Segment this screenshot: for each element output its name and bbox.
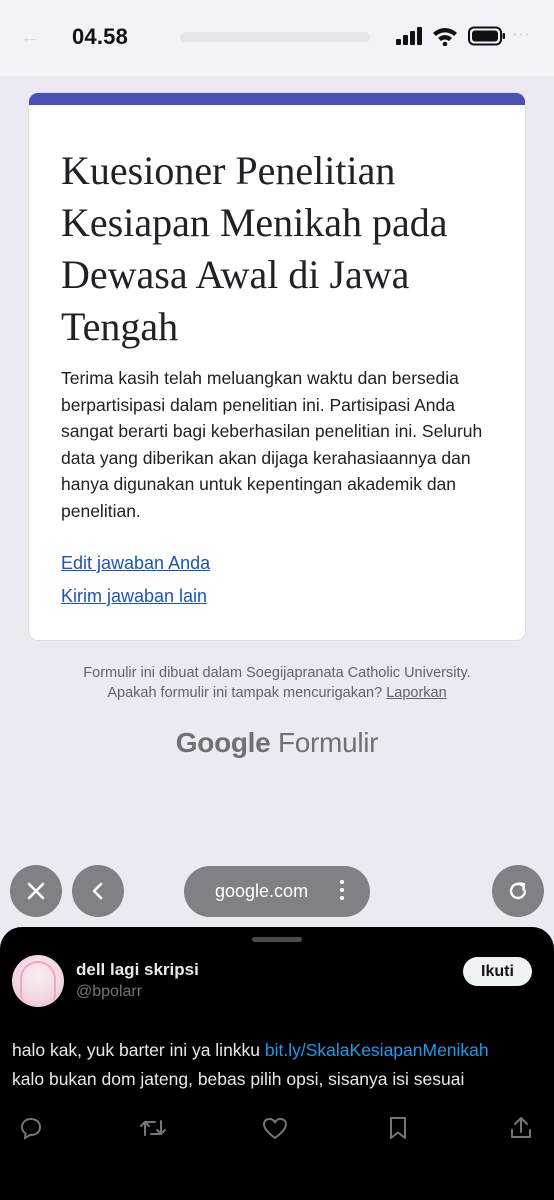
more-vertical-icon[interactable] [340,880,344,900]
status-icons [396,26,506,46]
battery-icon [468,26,505,46]
reload-icon [509,882,527,900]
retweet-button[interactable] [138,1113,168,1143]
tweet-sheet: dell lagi skripsi @bpolarr Ikuti halo ka… [0,927,554,1200]
share-icon [511,1117,531,1138]
report-link[interactable]: Laporkan [386,685,446,701]
tweet-text: halo kak, yuk barter ini ya linkku [12,1040,265,1060]
tweet-text-line-1: halo kak, yuk barter ini ya linkku bit.l… [12,1040,542,1061]
display-name[interactable]: dell lagi skripsi [76,960,199,980]
form-description: Terima kasih telah meluangkan waktu dan … [61,368,483,521]
avatar-illustration [20,961,56,1001]
address-bar[interactable]: google.com [184,866,370,917]
google-wordmark: Google [175,727,271,758]
tweet-actions [0,1113,554,1143]
faded-header-text [180,32,370,42]
card-accent-bar [29,93,525,105]
suspicious-prompt: Apakah formulir ini tampak mencurigakan? [107,685,383,701]
forms-wordmark: Formulir [277,727,379,758]
reload-button[interactable] [492,865,544,917]
like-icon [263,1118,287,1139]
bookmark-button[interactable] [383,1113,413,1143]
like-button[interactable] [260,1113,290,1143]
close-icon [27,882,45,900]
submit-another-response-link[interactable]: Kirim jawaban lain [61,586,207,607]
follow-button[interactable]: Ikuti [463,957,532,986]
tweet-text-line-2: kalo bukan dom jateng, bebas pilih opsi,… [12,1069,465,1089]
user-handle[interactable]: @bpolarr [76,983,142,1001]
reply-button[interactable] [16,1113,46,1143]
chevron-left-icon [92,882,103,900]
url-text: google.com [215,881,309,901]
form-footer-note: Formulir ini dibuat dalam Soegijapranata… [0,663,554,703]
cellular-signal-icon [396,27,422,45]
reply-icon [20,1117,42,1140]
avatar[interactable] [12,955,64,1007]
back-button[interactable] [72,865,124,917]
form-title: Kuesioner Penelitian Kesiapan Menikah pa… [61,148,448,349]
sheet-grabber[interactable] [252,937,302,942]
bookmark-icon [390,1117,406,1139]
form-confirmation-card: Kuesioner Penelitian Kesiapan Menikah pa… [28,92,526,641]
created-in-text: Formulir ini dibuat dalam Soegijapranata… [83,665,471,681]
share-button[interactable] [506,1113,536,1143]
status-bar: ← ⋯ 04.58 [0,0,554,76]
clock: 04.58 [72,24,129,49]
suspicious-line: Apakah formulir ini tampak mencurigakan?… [0,683,554,703]
tweet-link[interactable]: bit.ly/SkalaKesiapanMenikah [265,1040,489,1060]
google-forms-logo: Google Formulir [0,727,554,759]
retweet-icon [140,1120,166,1136]
wifi-icon [433,28,457,46]
back-arrow-icon: ← [20,26,40,48]
close-browser-button[interactable] [10,865,62,917]
more-horizontal-icon: ⋯ [512,24,530,44]
edit-response-link[interactable]: Edit jawaban Anda [61,553,210,574]
